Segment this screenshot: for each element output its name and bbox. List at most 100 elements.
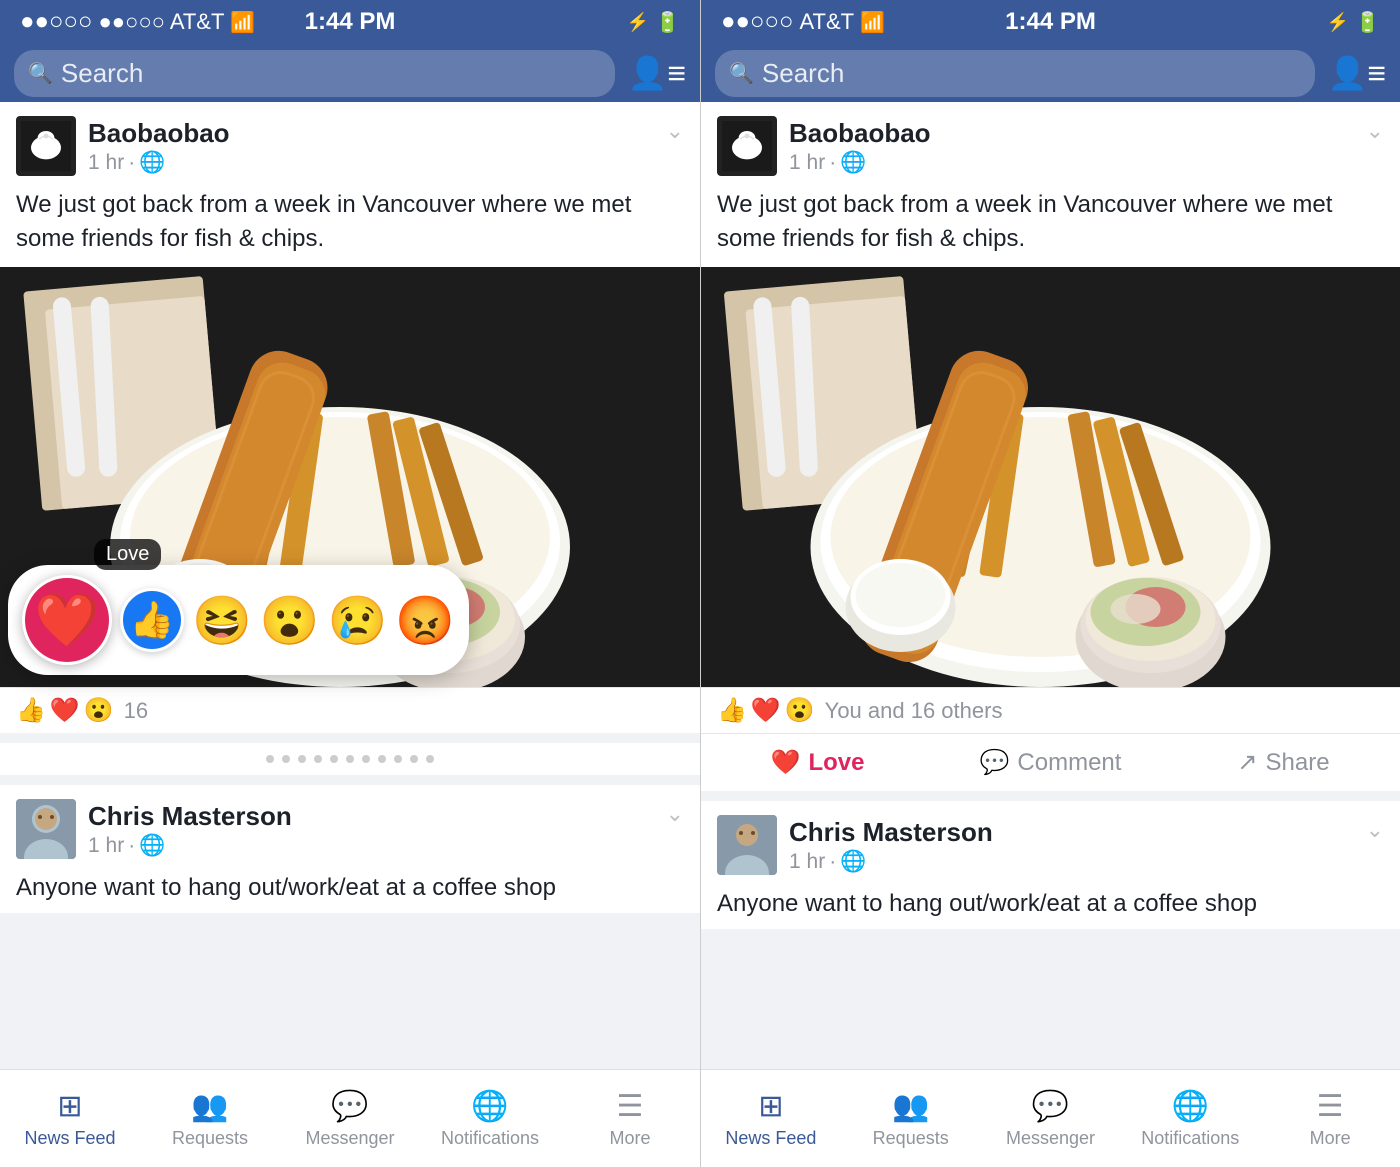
search-placeholder-right: Search xyxy=(762,58,844,89)
share-btn-label: Share xyxy=(1266,749,1330,777)
tab-news-feed-right[interactable]: ⊞ News Feed xyxy=(701,1081,841,1157)
tab-label-notifications-left: Notifications xyxy=(441,1128,539,1149)
tab-messenger-left[interactable]: 💬 Messenger xyxy=(280,1081,420,1157)
comment-btn-label: Comment xyxy=(1017,749,1121,777)
tab-bar-left: ⊞ News Feed 👥 Requests 💬 Messenger 🌐 Not… xyxy=(0,1069,700,1167)
carrier-label: ●●○○○ AT&T xyxy=(98,9,224,35)
post-options-1-right[interactable]: ⌄ xyxy=(1366,118,1384,144)
messenger-icon-left: 💬 xyxy=(331,1089,368,1124)
friend-requests-icon-left[interactable]: 👤≡ xyxy=(627,54,686,92)
post-header-2-right: Chris Masterson 1 hr · 🌐 ⌄ xyxy=(701,801,1400,883)
love-reaction-icon-r: ❤️ xyxy=(751,696,781,725)
menu-icon-right: ☰ xyxy=(1317,1089,1344,1124)
search-input-right[interactable]: 🔍 Search xyxy=(715,50,1315,97)
globe-icon-2-right: 🌐 xyxy=(840,850,866,874)
post-time-1-left: 1 hr · 🌐 xyxy=(88,151,684,175)
search-input-left[interactable]: 🔍 Search xyxy=(14,50,615,97)
post-meta-1-right: Baobaobao 1 hr · 🌐 xyxy=(789,118,1384,175)
feed-left: Baobaobao 1 hr · 🌐 ⌄ We just got back fr… xyxy=(0,102,700,1069)
feed-right: Baobaobao 1 hr · 🌐 ⌄ We just got back fr… xyxy=(701,102,1400,1069)
tab-requests-right[interactable]: 👥 Requests xyxy=(841,1081,981,1157)
friend-requests-icon-right[interactable]: 👤≡ xyxy=(1327,54,1386,92)
post-options-2-left[interactable]: ⌄ xyxy=(666,801,684,827)
comment-btn-icon: 💬 xyxy=(980,748,1010,777)
post-image-container-left: Love ❤️ 👍 😆 😮 😢 😡 xyxy=(0,267,700,687)
post-avatar-2-right xyxy=(717,815,777,875)
like-emoji-button[interactable]: 👍 xyxy=(120,588,184,652)
tab-notifications-right[interactable]: 🌐 Notifications xyxy=(1120,1081,1260,1157)
tab-requests-left[interactable]: 👥 Requests xyxy=(140,1081,280,1157)
signal-dots: ●●○○○ xyxy=(20,8,92,36)
comment-action-btn[interactable]: 💬 Comment xyxy=(934,738,1167,787)
share-btn-icon: ↗ xyxy=(1237,748,1257,777)
tab-label-newsfeed-left: News Feed xyxy=(24,1128,115,1149)
like-reaction-icon: 👍 xyxy=(16,696,46,725)
home-icon-right: ⊞ xyxy=(758,1089,783,1124)
angry-emoji-button[interactable]: 😡 xyxy=(395,592,455,649)
post-time-2-left: 1 hr · 🌐 xyxy=(88,834,684,858)
wifi-icon: 📶 xyxy=(230,10,255,35)
search-bar-right[interactable]: 🔍 Search 👤≡ xyxy=(701,44,1400,102)
post-text-2-left: Anyone want to hang out/work/eat at a co… xyxy=(0,867,700,913)
signal-dots-right: ●●○○○ xyxy=(721,8,793,36)
time-display: 1:44 PM xyxy=(305,8,396,36)
wifi-icon-right: 📶 xyxy=(860,10,885,35)
search-bar-left[interactable]: 🔍 Search 👤≡ xyxy=(0,44,700,102)
status-bar-left-icons: ●●○○○ ●●○○○ AT&T 📶 xyxy=(20,8,255,36)
post-time-1-right: 1 hr · 🌐 xyxy=(789,151,1384,175)
home-icon-left: ⊞ xyxy=(57,1089,82,1124)
post-meta-2-right: Chris Masterson 1 hr · 🌐 xyxy=(789,817,1384,874)
bluetooth-icon: ⚡ xyxy=(627,12,649,33)
tab-label-requests-left: Requests xyxy=(172,1128,248,1149)
carrier-label-right: AT&T xyxy=(799,9,854,35)
battery-icon: 🔋 xyxy=(655,10,680,35)
wow-emoji-button[interactable]: 😮 xyxy=(260,592,320,649)
emoji-reaction-popup[interactable]: Love ❤️ 👍 😆 😮 😢 😡 xyxy=(8,565,469,675)
post-header-1-right: Baobaobao 1 hr · 🌐 ⌄ xyxy=(701,102,1400,184)
battery-icon-right: 🔋 xyxy=(1355,10,1380,35)
time-display-right: 1:44 PM xyxy=(1005,8,1096,36)
tab-news-feed-left[interactable]: ⊞ News Feed xyxy=(0,1081,140,1157)
status-bar-left: ●●○○○ ●●○○○ AT&T 📶 1:44 PM ⚡ 🔋 xyxy=(0,0,700,44)
post-avatar-2-left xyxy=(16,799,76,859)
love-tooltip: Love xyxy=(94,539,161,570)
tab-label-more-left: More xyxy=(609,1128,650,1149)
post-card-2-left: Chris Masterson 1 hr · 🌐 ⌄ Anyone want t… xyxy=(0,785,700,913)
tab-label-messenger-right: Messenger xyxy=(1006,1128,1095,1149)
people-icon-right: 👥 xyxy=(892,1089,929,1124)
wow-reaction-icon: 😮 xyxy=(84,696,114,725)
tab-label-more-right: More xyxy=(1310,1128,1351,1149)
tab-more-left[interactable]: ☰ More xyxy=(560,1081,700,1157)
tab-label-requests-right: Requests xyxy=(873,1128,949,1149)
post-image-1-right xyxy=(701,267,1400,687)
post-card-2-right: Chris Masterson 1 hr · 🌐 ⌄ Anyone want t… xyxy=(701,801,1400,929)
love-action-btn[interactable]: ❤️ Love xyxy=(701,738,934,787)
post-text-2-right: Anyone want to hang out/work/eat at a co… xyxy=(701,883,1400,929)
post-card-1-left: Baobaobao 1 hr · 🌐 ⌄ We just got back fr… xyxy=(0,102,700,733)
tab-messenger-right[interactable]: 💬 Messenger xyxy=(981,1081,1121,1157)
post-card-1-right: Baobaobao 1 hr · 🌐 ⌄ We just got back fr… xyxy=(701,102,1400,791)
tab-more-right[interactable]: ☰ More xyxy=(1260,1081,1400,1157)
reactions-bar-1-right: 👍 ❤️ 😮 You and 16 others xyxy=(701,687,1400,733)
post-author-2-right: Chris Masterson xyxy=(789,817,1384,848)
post-options-2-right[interactable]: ⌄ xyxy=(1366,817,1384,843)
reactions-bar-1-left: 👍 ❤️ 😮 16 xyxy=(0,687,700,733)
love-reaction-icon: ❤️ xyxy=(50,696,80,725)
tab-notifications-left[interactable]: 🌐 Notifications xyxy=(420,1081,560,1157)
post-time-2-right: 1 hr · 🌐 xyxy=(789,850,1384,874)
post-avatar-1-left xyxy=(16,116,76,176)
bluetooth-icon-right: ⚡ xyxy=(1327,12,1349,33)
love-emoji-button[interactable]: ❤️ xyxy=(22,575,112,665)
post-author-1-left: Baobaobao xyxy=(88,118,684,149)
post-text-1-right: We just got back from a week in Vancouve… xyxy=(701,184,1400,267)
globe-icon-2-left: 🌐 xyxy=(139,834,165,858)
bell-icon-left: 🌐 xyxy=(471,1089,508,1124)
post-options-1-left[interactable]: ⌄ xyxy=(666,118,684,144)
wow-reaction-icon-r: 😮 xyxy=(785,696,815,725)
post-author-2-left: Chris Masterson xyxy=(88,801,684,832)
sad-emoji-button[interactable]: 😢 xyxy=(328,592,388,649)
haha-emoji-button[interactable]: 😆 xyxy=(192,592,252,649)
menu-icon-left: ☰ xyxy=(617,1089,644,1124)
share-action-btn[interactable]: ↗ Share xyxy=(1167,738,1400,787)
post-meta-2-left: Chris Masterson 1 hr · 🌐 xyxy=(88,801,684,858)
